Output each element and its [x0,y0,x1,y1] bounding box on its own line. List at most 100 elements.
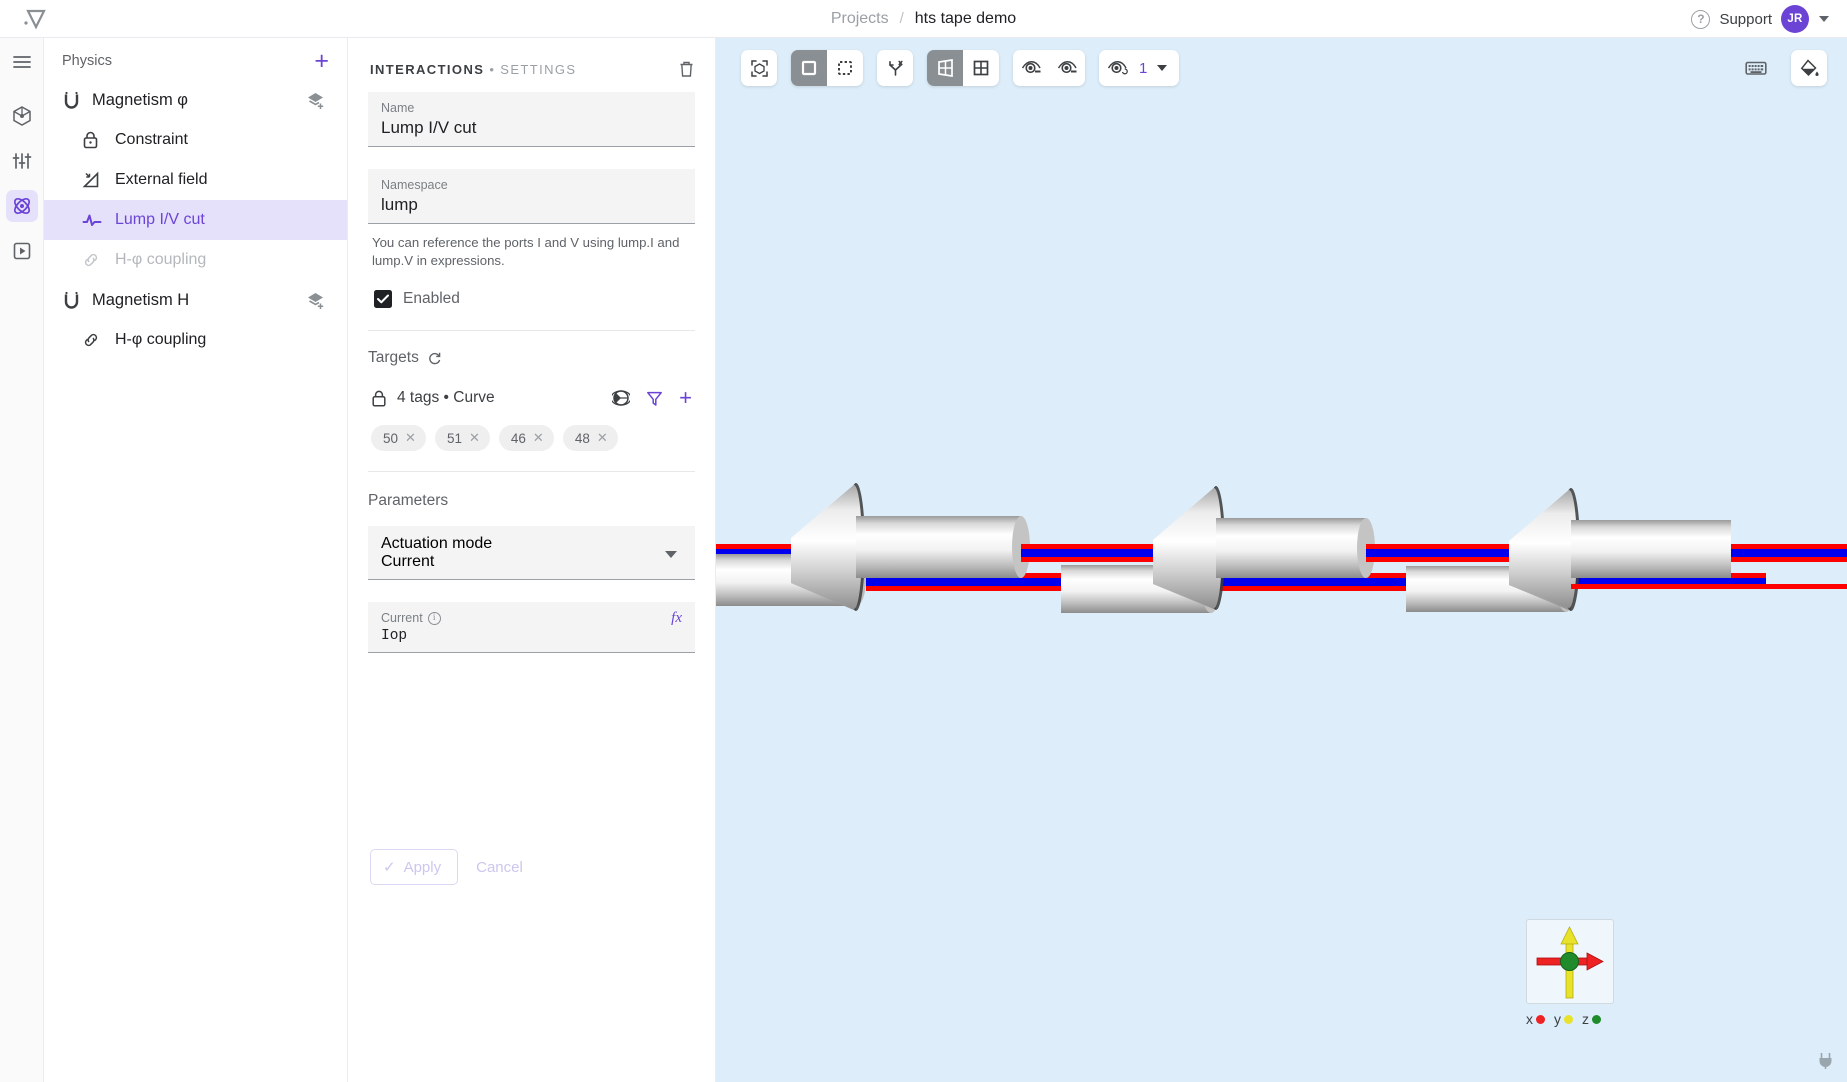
viewport-toolbar-right [1741,50,1827,86]
tree-group-label: Magnetism H [92,290,190,309]
layer-visibility-icon[interactable] [1099,50,1135,86]
target-tag-list: 50 ✕ 51 ✕ 46 ✕ 48 ✕ [371,425,692,452]
add-physics-button[interactable]: + [314,49,329,74]
main-body: Physics + Magnetism φ Constraint Externa… [0,38,1847,1082]
divider [368,471,695,473]
breadcrumb-current-project[interactable]: hts tape demo [915,10,1016,28]
axis-gizmo-box[interactable] [1526,919,1614,1004]
geometry-icon[interactable] [6,100,38,132]
check-icon [377,294,389,304]
add-target-icon[interactable]: + [679,387,692,409]
tree-group-label: Magnetism φ [92,90,188,109]
lock-icon[interactable] [371,390,387,407]
fill-color-button[interactable] [1791,50,1827,86]
show-icon[interactable] [1049,50,1085,86]
namespace-field-value: lump [381,195,418,214]
tree-item-constraint[interactable]: Constraint [44,120,347,160]
hide-icon[interactable] [1013,50,1049,86]
tree-item-lump-iv-cut[interactable]: Lump I/V cut [44,200,347,240]
add-layer-icon[interactable] [306,91,325,110]
chevron-down-icon[interactable] [1819,16,1829,22]
physics-icon[interactable] [5,190,38,222]
namespace-field[interactable]: Namespace lump [368,169,695,224]
add-layer-icon[interactable] [306,291,325,310]
target-tag-label: 48 [574,430,590,446]
name-field-value: Lump I/V cut [381,118,477,137]
support-button[interactable]: ? Support [1691,9,1772,29]
layer-count-value: 1 [1139,59,1148,77]
keyboard-shortcuts-icon[interactable] [1741,53,1771,83]
breadcrumb-projects-link[interactable]: Projects [831,10,889,28]
perspective-view-icon[interactable] [927,50,963,86]
axes-icon[interactable] [877,50,913,86]
avatar[interactable]: JR [1781,5,1809,33]
tree-item-external-field[interactable]: External field [44,160,347,200]
settings-title: INTERACTIONS • SETTINGS [370,62,577,77]
close-icon[interactable]: ✕ [405,430,416,446]
current-field[interactable]: Current i Iop fx [368,602,695,654]
apply-button[interactable]: ✓ Apply [370,849,459,885]
enabled-checkbox-row[interactable]: Enabled [374,290,695,309]
axis-legend-y: y [1554,1011,1573,1027]
toolbar-group-view [927,50,999,86]
grid-view-icon[interactable] [963,50,999,86]
fit-to-view-icon[interactable] [741,50,777,86]
breadcrumb: Projects / hts tape demo [831,10,1016,28]
select-solid-icon[interactable] [791,50,827,86]
chevron-down-icon[interactable] [665,551,677,559]
axis-legend-y-label: y [1554,1011,1561,1027]
target-tag[interactable]: 46 ✕ [498,425,554,452]
layer-count-dropdown[interactable]: 1 [1135,60,1179,77]
settings-footer: ✓ Apply Cancel [348,833,549,885]
top-bar-right: ? Support JR [1691,0,1829,38]
tree-group-magnetism-h[interactable]: Magnetism H [44,280,347,320]
breadcrumb-separator: / [899,10,904,27]
viewport-toolbar: 1 [741,50,1180,86]
tree-group-magnetism-phi[interactable]: Magnetism φ [44,80,347,120]
axis-gizmo-legend: x y z [1526,1011,1614,1027]
axis-legend-z: z [1582,1011,1601,1027]
select-box-icon[interactable] [827,50,863,86]
close-icon[interactable]: ✕ [469,430,480,446]
menu-icon[interactable] [6,46,38,78]
axis-legend-z-label: z [1582,1011,1589,1027]
tree-item-label: H-φ coupling [115,331,207,348]
materials-icon[interactable] [6,145,38,177]
target-tag[interactable]: 50 ✕ [371,425,426,452]
link-icon [82,251,115,269]
tree-item-h-phi-coupling-disabled[interactable]: H-φ coupling [44,240,347,280]
external-field-icon [82,171,115,189]
close-icon[interactable]: ✕ [533,430,544,446]
targets-title-text: Targets [368,349,419,367]
cancel-button[interactable]: Cancel [472,851,527,884]
refresh-icon[interactable] [427,351,442,366]
axis-color-dot-z [1592,1014,1601,1024]
info-icon[interactable]: i [427,611,441,625]
connection-status-icon[interactable] [1818,1051,1833,1074]
actuation-mode-select[interactable]: Actuation mode Current [368,526,695,581]
targets-summary: 4 tags • Curve [397,389,495,407]
filter-icon[interactable] [646,390,663,407]
namespace-helper-text: You can reference the ports I and V usin… [372,235,680,269]
target-tag[interactable]: 51 ✕ [434,425,490,452]
tree-item-h-phi-coupling[interactable]: H-φ coupling [44,320,347,360]
app-logo[interactable] [0,7,72,31]
expression-editor-icon[interactable]: fx [671,610,682,627]
3d-viewport[interactable]: 1 x y z [716,38,1847,1082]
fill-color-icon[interactable] [1791,50,1827,86]
current-label-text: Current [381,611,423,626]
axis-gizmo[interactable]: x y z [1526,919,1614,1027]
toolbar-group-axes [877,50,913,86]
run-icon[interactable] [6,235,38,267]
namespace-field-label: Namespace [381,178,448,192]
delete-icon[interactable] [678,60,695,78]
close-icon[interactable]: ✕ [597,430,608,446]
targets-box: 4 tags • Curve + 50 ✕ 51 ✕ 46 ✕ 48 ✕ [368,383,695,452]
globe-icon[interactable] [612,389,631,407]
settings-title-secondary: SETTINGS [500,61,577,77]
waveform-icon [82,212,115,228]
target-tag[interactable]: 48 ✕ [562,425,618,452]
enabled-checkbox[interactable] [374,290,392,309]
name-field[interactable]: Name Lump I/V cut [368,92,695,147]
axis-legend-x-label: x [1526,1011,1533,1027]
